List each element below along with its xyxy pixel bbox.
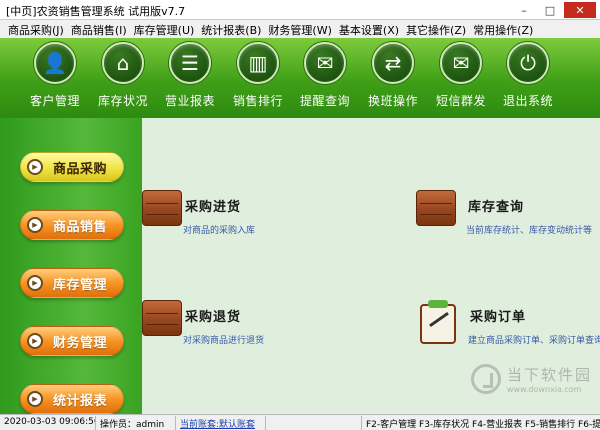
cabinet-icon [416, 190, 456, 226]
minimize-button[interactable]: – [512, 2, 536, 18]
toolbar-label: 营业报表 [164, 94, 215, 108]
swap-arrows-icon: ⇄ [372, 42, 414, 84]
menu-sales[interactable]: 商品销售(I) [69, 20, 132, 38]
status-operator: 操作员：admin [96, 415, 176, 430]
menu-purchase[interactable]: 商品采购(J) [6, 20, 69, 38]
warehouse-home-icon: ⌂ [102, 42, 144, 84]
toolbar-label: 提醒查询 [299, 94, 350, 108]
message-bubble-icon: ✉ [304, 42, 346, 84]
toolbar-sms-broadcast[interactable]: ✉ 短信群发 [426, 42, 496, 109]
feature-description: 建立商品采购订单、采购订单查询 [468, 336, 600, 346]
status-bar: 2020-03-03 09:06:56 操作员：admin 当前账套:默认账套 … [0, 414, 600, 430]
sidebar-button-label: 库存管理 [53, 277, 108, 293]
menu-inventory[interactable]: 库存管理(U) [132, 20, 200, 38]
customer-icon: 👤 [34, 42, 76, 84]
toolbar-business-report[interactable]: ☰ 营业报表 [155, 42, 225, 109]
menu-reports[interactable]: 统计报表(B) [199, 20, 266, 38]
bar-chart-icon: ▥ [237, 42, 279, 84]
menu-bar: 商品采购(J) 商品销售(I) 库存管理(U) 统计报表(B) 财务管理(W) … [0, 20, 600, 38]
play-icon: ▶ [27, 217, 43, 233]
title-bar: [中页]农资销售管理系统 试用版v7.7 – □ ✕ [0, 0, 600, 20]
cabinet-icon [142, 300, 182, 336]
main-toolbar: 👤 客户管理 ⌂ 库存状况 ☰ 营业报表 ▥ 销售排行 ✉ 提醒查询 ⇄ 换班操… [0, 38, 600, 118]
menu-settings[interactable]: 基本设置(X) [337, 20, 404, 38]
watermark-main-text: 当下软件园 [506, 366, 592, 384]
feature-title: 库存查询 [468, 200, 525, 215]
sidebar-button-finance[interactable]: ▶ 财务管理 [20, 326, 124, 356]
toolbar-label: 短信群发 [435, 94, 486, 108]
sidebar-button-inventory[interactable]: ▶ 库存管理 [20, 268, 124, 298]
play-icon: ▶ [27, 275, 43, 291]
feature-description: 对采购商品进行退货 [183, 336, 265, 346]
power-icon: ⏻ [507, 42, 549, 84]
clipboard-pen-icon [420, 300, 456, 344]
maximize-button[interactable]: □ [538, 2, 562, 18]
toolbar-exit-system[interactable]: ⏻ 退出系统 [493, 42, 563, 109]
status-shortcuts: F2-客户管理 F3-库存状况 F4-营业报表 F5-销售排行 F6-提 [366, 419, 600, 430]
sms-envelope-icon: ✉ [440, 42, 482, 84]
report-document-icon: ☰ [169, 42, 211, 84]
watermark: 当下软件园 www.downxia.com [470, 364, 592, 394]
play-icon: ▶ [27, 391, 43, 407]
sidebar-button-sales[interactable]: ▶ 商品销售 [20, 210, 124, 240]
toolbar-inventory-status[interactable]: ⌂ 库存状况 [88, 42, 158, 109]
toolbar-customer-management[interactable]: 👤 客户管理 [20, 42, 90, 109]
play-icon: ▶ [27, 159, 43, 175]
toolbar-sales-ranking[interactable]: ▥ 销售排行 [223, 42, 293, 109]
status-account-link[interactable]: 当前账套:默认账套 [176, 415, 266, 430]
toolbar-reminder-query[interactable]: ✉ 提醒查询 [290, 42, 360, 109]
feature-title: 采购订单 [470, 310, 527, 325]
toolbar-label: 销售排行 [232, 94, 283, 108]
feature-description: 当前库存统计、库存变动统计等 [466, 226, 593, 236]
sidebar-button-label: 财务管理 [53, 335, 108, 351]
close-button[interactable]: ✕ [564, 2, 596, 18]
menu-other[interactable]: 其它操作(Z) [404, 20, 471, 38]
feature-title: 采购进货 [185, 200, 242, 215]
cabinet-icon [142, 190, 182, 226]
feature-description: 对商品的采购入库 [183, 226, 256, 236]
sidebar-button-label: 统计报表 [53, 393, 108, 409]
sidebar-button-label: 商品采购 [53, 161, 108, 177]
menu-finance[interactable]: 财务管理(W) [266, 20, 336, 38]
watermark-sub-text: www.downxia.com [506, 385, 582, 394]
toolbar-shift-change[interactable]: ⇄ 换班操作 [358, 42, 428, 109]
window-controls: – □ ✕ [512, 2, 596, 18]
status-blank [266, 415, 362, 430]
toolbar-label: 退出系统 [502, 94, 553, 108]
toolbar-label: 库存状况 [97, 94, 148, 108]
play-icon: ▶ [27, 333, 43, 349]
toolbar-label: 换班操作 [367, 94, 418, 108]
sidebar: ▶ 商品采购 ▶ 商品销售 ▶ 库存管理 ▶ 财务管理 ▶ 统计报表 [0, 118, 142, 414]
status-datetime: 2020-03-03 09:06:56 [0, 415, 96, 430]
main-content: 采购进货 对商品的采购入库 库存查询 当前库存统计、库存变动统计等 采购退货 对… [142, 118, 600, 414]
menu-common[interactable]: 常用操作(Z) [471, 20, 538, 38]
watermark-logo-icon [470, 364, 501, 394]
sidebar-button-reports[interactable]: ▶ 统计报表 [20, 384, 124, 414]
window-title: [中页]农资销售管理系统 试用版v7.7 [6, 5, 186, 18]
sidebar-button-purchase[interactable]: ▶ 商品采购 [20, 152, 124, 182]
feature-title: 采购退货 [185, 310, 242, 325]
sidebar-button-label: 商品销售 [53, 219, 108, 235]
toolbar-label: 客户管理 [29, 94, 80, 108]
